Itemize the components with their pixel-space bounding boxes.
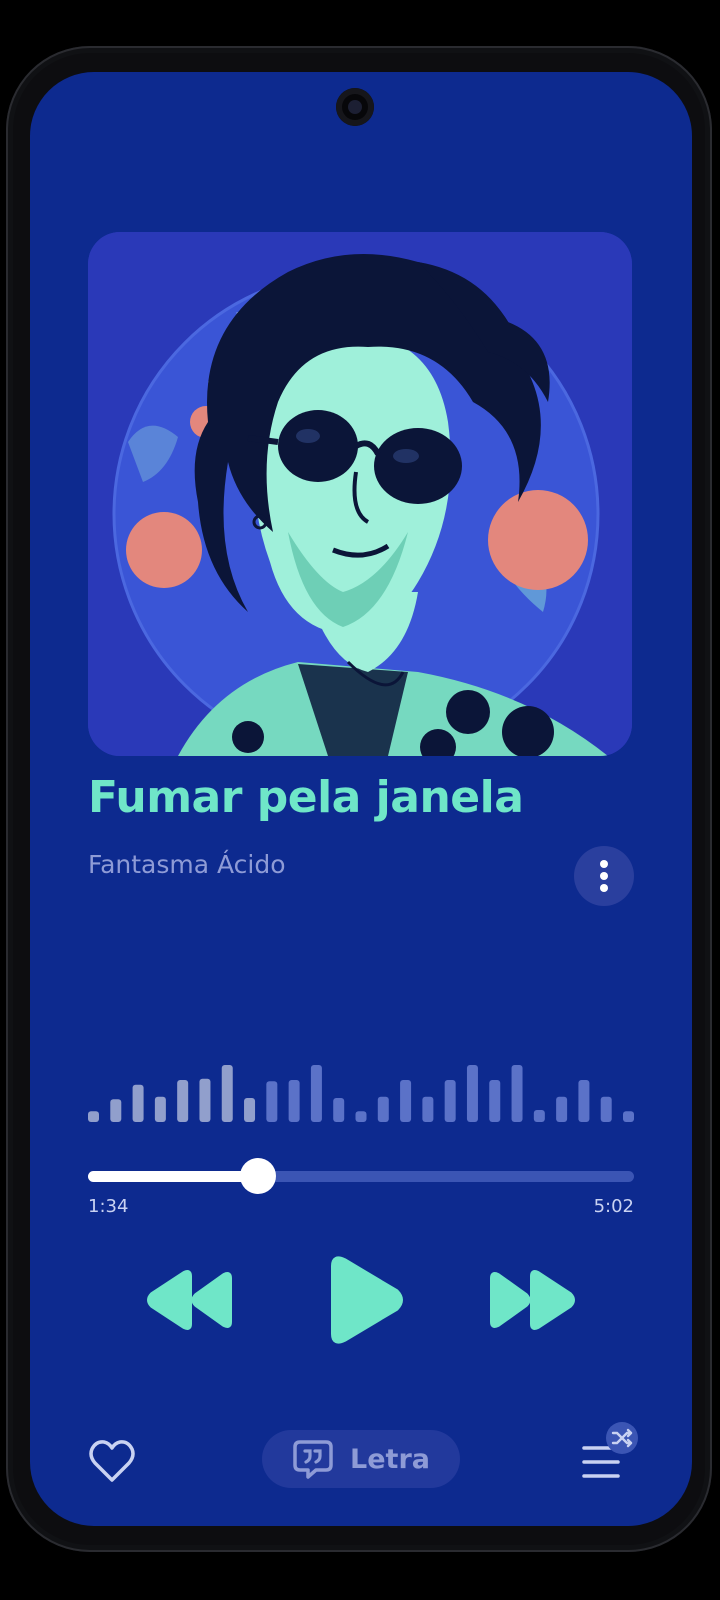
waveform-bar xyxy=(489,1080,501,1122)
waveform-bar xyxy=(355,1111,367,1122)
waveform-bar xyxy=(466,1065,478,1122)
seek-fill xyxy=(88,1171,258,1182)
waveform-bar xyxy=(377,1096,389,1122)
waveform-bar xyxy=(310,1065,322,1122)
waveform-bar xyxy=(244,1098,256,1122)
waveform-bar xyxy=(266,1081,278,1122)
waveform xyxy=(88,1065,634,1122)
waveform-bar xyxy=(288,1080,300,1122)
queue-icon[interactable] xyxy=(582,1420,642,1490)
waveform-bar xyxy=(177,1080,189,1122)
lyrics-button[interactable]: Letra xyxy=(262,1430,460,1488)
heart-icon[interactable] xyxy=(88,1438,136,1484)
waveform-bar xyxy=(400,1080,412,1122)
quote-bubble-icon xyxy=(293,1440,333,1479)
elapsed-time: 1:34 xyxy=(88,1196,129,1217)
waveform-bar xyxy=(221,1065,233,1122)
total-time: 5:02 xyxy=(593,1196,634,1217)
waveform-bar xyxy=(623,1111,634,1122)
more-options-button[interactable] xyxy=(574,846,634,906)
waveform-bar xyxy=(199,1078,211,1122)
lyrics-label: Letra xyxy=(350,1443,430,1475)
waveform-bar xyxy=(578,1080,590,1122)
front-camera xyxy=(336,88,374,126)
player-screen: Fumar pela janela Fantasma Ácido 1:34 5:… xyxy=(30,72,692,1526)
song-title: Fumar pela janela xyxy=(88,772,524,823)
seek-thumb[interactable] xyxy=(239,1158,276,1194)
waveform-bar xyxy=(154,1096,166,1122)
waveform-bar xyxy=(556,1096,568,1122)
waveform-bar xyxy=(333,1098,345,1122)
waveform-bar xyxy=(511,1065,523,1122)
waveform-bar xyxy=(132,1084,144,1122)
waveform-bar xyxy=(110,1099,122,1122)
waveform-bar xyxy=(88,1111,99,1122)
phone-frame: Fumar pela janela Fantasma Ácido 1:34 5:… xyxy=(6,46,712,1552)
rewind-icon[interactable] xyxy=(146,1270,236,1330)
waveform-bar xyxy=(444,1080,456,1122)
album-art xyxy=(88,232,632,756)
waveform-bar xyxy=(600,1096,612,1122)
fast-forward-icon[interactable] xyxy=(486,1270,576,1330)
waveform-bar xyxy=(533,1110,545,1122)
seek-bar[interactable] xyxy=(88,1156,634,1196)
artist-name[interactable]: Fantasma Ácido xyxy=(88,850,286,879)
more-vertical-icon xyxy=(600,860,608,892)
play-button[interactable] xyxy=(326,1254,406,1346)
shuffle-icon xyxy=(606,1422,638,1454)
waveform-bar xyxy=(422,1096,434,1122)
